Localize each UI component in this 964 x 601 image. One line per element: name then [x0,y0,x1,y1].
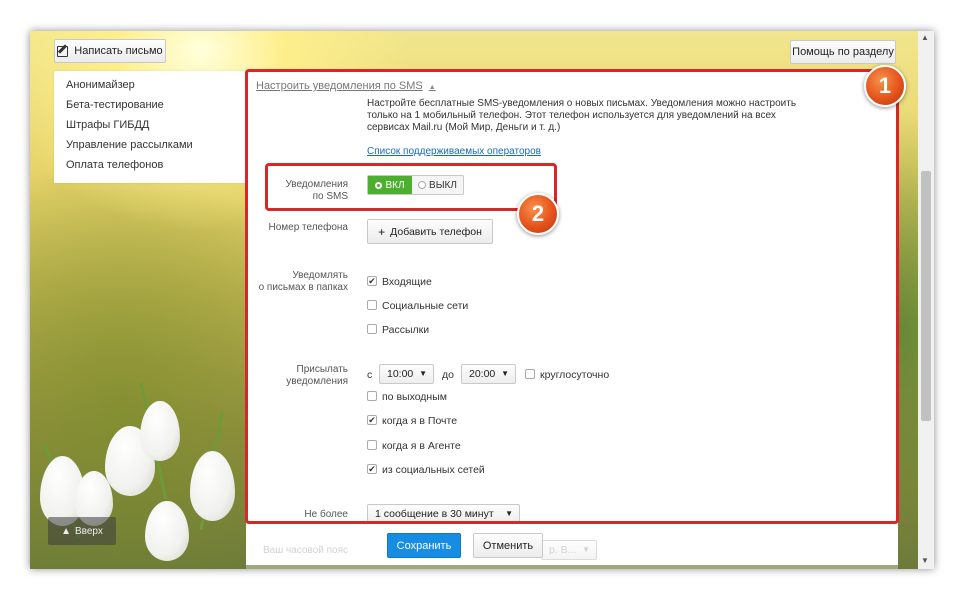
save-button[interactable]: Сохранить [387,533,461,558]
compose-label: Написать письмо [74,45,163,57]
scrollbar-thumb[interactable] [921,171,931,421]
annotation-frame-2 [265,163,557,211]
annotation-frame-1 [245,69,899,524]
snowdrop-flower [140,401,180,461]
sidebar-item-anonymizer[interactable]: Анонимайзер [66,79,135,91]
help-label: Помощь по разделу [792,46,894,58]
sidebar-item-mailing[interactable]: Управление рассылками [66,139,193,151]
arrow-up-icon: ▲ [61,525,71,537]
scroll-up-arrow-icon[interactable]: ▲ [921,33,929,42]
browser-viewport: Написать письмо Помощь по разделу Аноним… [30,31,934,569]
annotation-badge-2: 2 [517,193,559,235]
sidebar-menu: Анонимайзер Бета-тестирование Штрафы ГИБ… [54,71,266,183]
snowdrop-flower [145,501,189,561]
action-bar [246,527,898,569]
sidebar-item-beta[interactable]: Бета-тестирование [66,99,164,111]
annotation-badge-1: 1 [864,65,906,107]
sidebar-item-payment[interactable]: Оплата телефонов [66,159,163,171]
compose-button[interactable]: Написать письмо [54,39,166,63]
sidebar-item-fines[interactable]: Штрафы ГИБДД [66,119,149,131]
scroll-down-arrow-icon[interactable]: ▼ [921,556,929,565]
cancel-button[interactable]: Отменить [473,533,543,558]
help-button[interactable]: Помощь по разделу [790,40,896,64]
scroll-up-button[interactable]: ▲ Вверх [48,517,116,545]
scroll-up-label: Вверх [75,525,103,537]
edit-icon [57,43,69,57]
